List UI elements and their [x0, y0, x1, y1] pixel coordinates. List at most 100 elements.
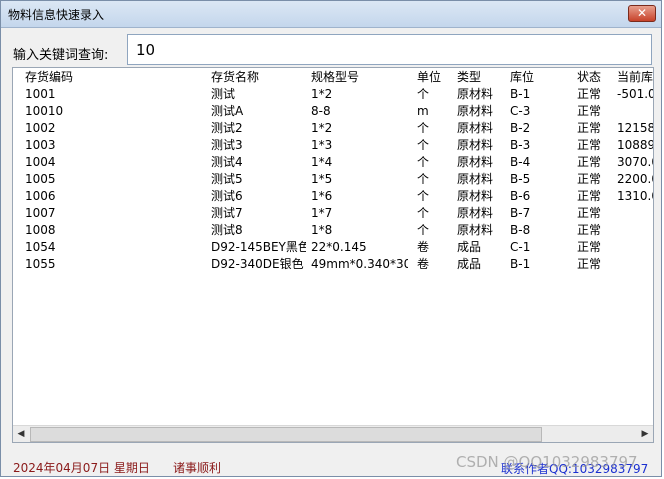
cell-code: 1003 — [25, 138, 56, 152]
scroll-thumb[interactable] — [30, 427, 542, 442]
cell-location: B-5 — [510, 172, 531, 186]
table-row[interactable]: 1001 测试 1*2 个 原材料 B-1 正常 -501.0 — [13, 86, 653, 103]
cell-name: 测试3 — [211, 138, 243, 152]
header-status[interactable]: 状态 — [577, 70, 617, 85]
cell-location: B-6 — [510, 189, 531, 203]
table-row[interactable]: 1003 测试3 1*3 个 原材料 B-3 正常 108894 — [13, 137, 653, 154]
cell-stock: 2200.0 — [617, 172, 653, 186]
header-code[interactable]: 存货编码 — [25, 70, 205, 85]
cell-spec: 1*5 — [311, 172, 333, 186]
cell-location: B-8 — [510, 223, 531, 237]
cell-name: 测试4 — [211, 155, 243, 169]
scroll-right-arrow-icon[interactable]: ▶ — [637, 426, 653, 442]
header-type[interactable]: 类型 — [457, 70, 507, 85]
cell-name: D92-145BEY黑色 — [211, 240, 306, 254]
cell-unit: 卷 — [417, 240, 430, 254]
cell-code: 1007 — [25, 206, 56, 220]
cell-code: 1055 — [25, 257, 56, 271]
table-row[interactable]: 1055 D92-340DE银色 49mm*0.340*300 卷 成品 B-1 正常 — [13, 256, 653, 273]
cell-status: 正常 — [577, 206, 602, 220]
cell-location: B-7 — [510, 206, 531, 220]
cell-spec: 22*0.145 — [311, 240, 367, 254]
cell-unit: 个 — [417, 172, 430, 186]
cell-code: 1002 — [25, 121, 56, 135]
cell-spec: 1*4 — [311, 155, 333, 169]
close-button[interactable]: ✕ — [628, 5, 656, 22]
header-location[interactable]: 库位 — [510, 70, 570, 85]
cell-spec: 1*8 — [311, 223, 333, 237]
cell-type: 原材料 — [457, 138, 494, 152]
cell-status: 正常 — [577, 87, 602, 101]
header-stock[interactable]: 当前库 — [617, 70, 653, 85]
cell-type: 原材料 — [457, 189, 494, 203]
cell-location: C-3 — [510, 104, 531, 118]
cell-unit: 个 — [417, 206, 430, 220]
results-grid[interactable]: 存货编码 存货名称 规格型号 单位 类型 库位 状态 当前库 1001 测试 1*2 个原材料 B-1 正… — [12, 67, 654, 443]
cell-code: 1005 — [25, 172, 56, 186]
table-row[interactable]: 1004 测试4 1*4 个 原材料 B-4 正常 3070.0 — [13, 154, 653, 171]
header-name[interactable]: 存货名称 — [211, 70, 306, 85]
cell-type: 原材料 — [457, 121, 494, 135]
cell-status: 正常 — [577, 138, 602, 152]
cell-type: 原材料 — [457, 87, 494, 101]
watermark: CSDN @QQ1032983797 — [456, 453, 638, 471]
cell-stock: 1310.0 — [617, 189, 653, 203]
horizontal-scrollbar[interactable]: ◀ ▶ — [13, 425, 653, 442]
cell-code: 1008 — [25, 223, 56, 237]
cell-code: 1004 — [25, 155, 56, 169]
cell-spec: 1*2 — [311, 121, 333, 135]
cell-stock: 108894 — [617, 138, 653, 152]
cell-spec: 1*7 — [311, 206, 333, 220]
table-row[interactable]: 10010 测试A 8-8 m 原材料 C-3 正常 — [13, 103, 653, 120]
status-message: 诸事顺利 — [173, 461, 222, 475]
cell-status: 正常 — [577, 223, 602, 237]
grid-body: 存货编码 存货名称 规格型号 单位 类型 库位 状态 当前库 1001 测试 1*2 个原材料 B-1 正… — [13, 68, 653, 426]
cell-location: B-4 — [510, 155, 531, 169]
cell-code: 1054 — [25, 240, 56, 254]
cell-unit: 个 — [417, 138, 430, 152]
cell-stock: 121581 — [617, 121, 653, 135]
table-row[interactable]: 1007 测试7 1*7 个 原材料 B-7 正常 — [13, 205, 653, 222]
cell-unit: 个 — [417, 155, 430, 169]
header-unit[interactable]: 单位 — [417, 70, 452, 85]
cell-status: 正常 — [577, 155, 602, 169]
cell-name: 测试5 — [211, 172, 243, 186]
cell-unit: 个 — [417, 87, 430, 101]
table-row[interactable]: 1006 测试6 1*6 个 原材料 B-6 正常 1310.0 — [13, 188, 653, 205]
cell-location: C-1 — [510, 240, 531, 254]
cell-name: 测试A — [211, 104, 244, 118]
cell-spec: 1*3 — [311, 138, 333, 152]
header-spec[interactable]: 规格型号 — [311, 70, 408, 85]
table-row[interactable]: 1002 测试2 1*2 个 原材料 B-2 正常 121581 — [13, 120, 653, 137]
cell-stock: -501.0 — [617, 87, 653, 101]
cell-unit: 个 — [417, 121, 430, 135]
search-input[interactable] — [127, 34, 652, 65]
scroll-left-arrow-icon[interactable]: ◀ — [13, 426, 29, 442]
cell-unit: 个 — [417, 223, 430, 237]
cell-name: 测试8 — [211, 223, 243, 237]
cell-status: 正常 — [577, 240, 602, 254]
cell-status: 正常 — [577, 257, 602, 271]
table-row[interactable]: 1008 测试8 1*8 个 原材料 B-8 正常 — [13, 222, 653, 239]
cell-location: B-1 — [510, 87, 531, 101]
cell-name: D92-340DE银色 — [211, 257, 304, 271]
table-header-row: 存货编码 存货名称 规格型号 单位 类型 库位 状态 当前库 — [13, 69, 653, 86]
window-title: 物料信息快速录入 — [8, 8, 105, 22]
cell-name: 测试7 — [211, 206, 243, 220]
cell-unit: m — [417, 104, 429, 118]
cell-location: B-2 — [510, 121, 531, 135]
cell-type: 原材料 — [457, 155, 494, 169]
cell-spec: 1*6 — [311, 189, 333, 203]
title-bar: 物料信息快速录入 ✕ — [1, 1, 661, 28]
search-label: 输入关键词查询: — [13, 48, 109, 63]
table-row[interactable]: 1054 D92-145BEY黑色 22*0.145 卷 成品 C-1 正常 — [13, 239, 653, 256]
cell-stock: 3070.0 — [617, 155, 653, 169]
table-row[interactable]: 1005 测试5 1*5 个 原材料 B-5 正常 2200.0 — [13, 171, 653, 188]
cell-unit: 个 — [417, 189, 430, 203]
cell-name: 测试6 — [211, 189, 243, 203]
cell-type: 原材料 — [457, 172, 494, 186]
cell-code: 10010 — [25, 104, 64, 118]
cell-spec: 1*2 — [311, 87, 333, 101]
cell-code: 1001 — [25, 87, 56, 101]
cell-status: 正常 — [577, 172, 602, 186]
